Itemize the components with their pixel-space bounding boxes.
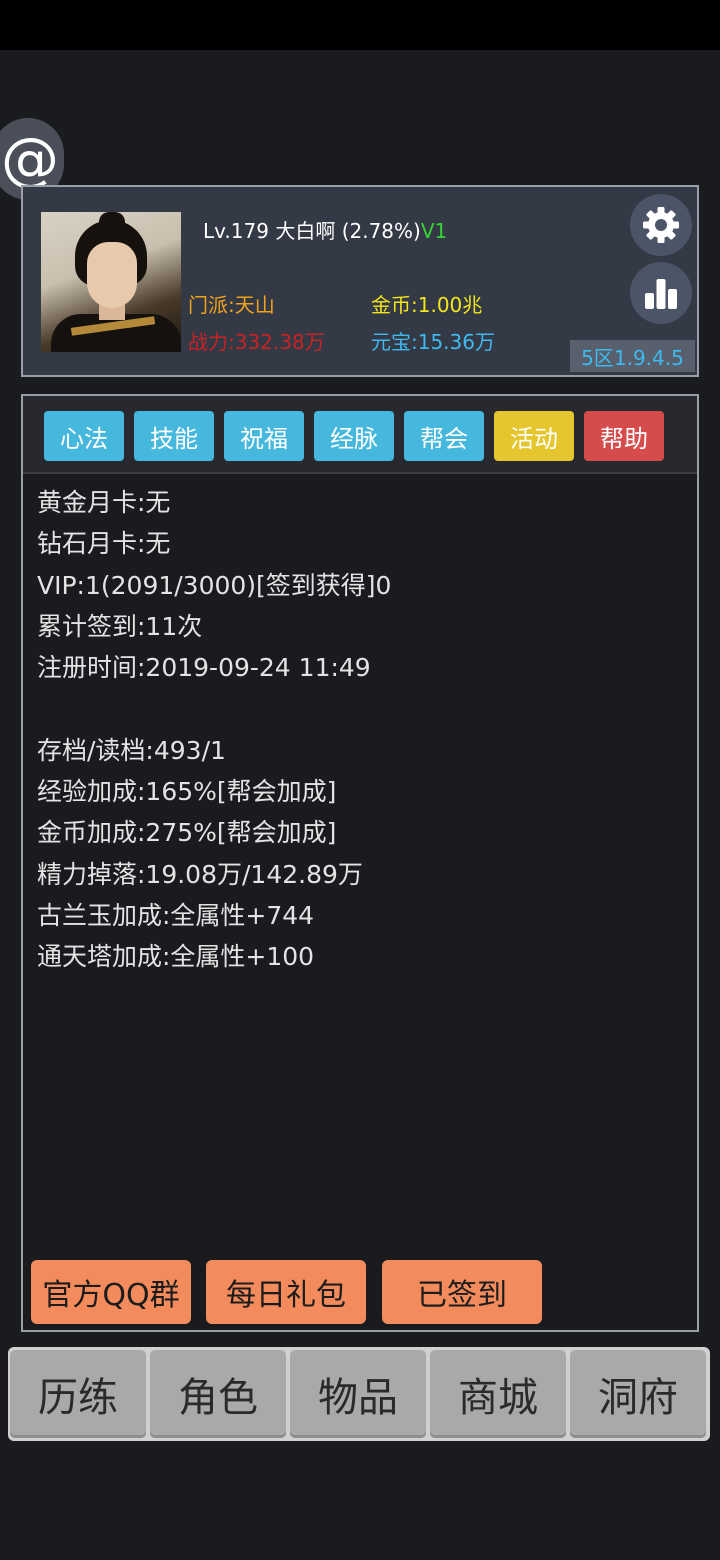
level: Lv.179: [203, 219, 269, 243]
ingot-label: 元宝:15.36万: [371, 330, 495, 354]
gear-icon: [643, 207, 679, 243]
bottom-nav: 历练 角色 物品 商城 洞府: [8, 1347, 710, 1441]
nav-cave[interactable]: 洞府: [570, 1350, 706, 1438]
info-gold-monthly-card: 黄金月卡:无: [37, 488, 171, 517]
tab-bar: 心法 技能 祝福 经脉 帮会 活动 帮助: [23, 396, 697, 474]
stats-button[interactable]: [630, 262, 692, 324]
info-exp-bonus: 经验加成:165%[帮会加成]: [37, 777, 337, 807]
tab-events[interactable]: 活动: [494, 411, 574, 461]
tab-xinfa[interactable]: 心法: [44, 411, 124, 461]
sect-label: 门派:天山: [188, 293, 275, 317]
vip-badge: V1: [420, 219, 448, 243]
main-panel: 心法 技能 祝福 经脉 帮会 活动 帮助 黄金月卡:无 钻石月卡:无 VIP:1…: [21, 394, 699, 1332]
signed-in-button[interactable]: 已签到: [382, 1260, 542, 1324]
daily-gift-button[interactable]: 每日礼包: [206, 1260, 366, 1324]
tab-skills[interactable]: 技能: [134, 411, 214, 461]
nav-shop[interactable]: 商城: [430, 1350, 566, 1438]
tab-guild[interactable]: 帮会: [404, 411, 484, 461]
info-save-load: 存档/读档:493/1: [37, 735, 226, 765]
info-gulanyu-bonus: 古兰玉加成:全属性+744: [37, 900, 315, 930]
info-vip: VIP:1(2091/3000)[签到获得]0: [37, 570, 392, 600]
info-diamond-monthly-card: 钻石月卡:无: [37, 529, 171, 559]
level-name-line: Lv.179 大白啊 (2.78%)V1: [203, 219, 447, 243]
info-total-signins: 累计签到:11次: [37, 611, 203, 641]
gold-label: 金币:1.00兆: [371, 293, 483, 317]
player-name: 大白啊: [275, 219, 336, 243]
avatar[interactable]: [41, 212, 181, 352]
info-list: 黄金月卡:无 钻石月卡:无 VIP:1(2091/3000)[签到获得]0 累计…: [37, 482, 391, 978]
nav-items[interactable]: 物品: [290, 1350, 426, 1438]
info-register-time: 注册时间:2019-09-24 11:49: [37, 653, 371, 683]
qq-group-button[interactable]: 官方QQ群: [31, 1260, 191, 1324]
info-gold-bonus: 金币加成:275%[帮会加成]: [37, 818, 337, 848]
settings-button[interactable]: [630, 194, 692, 256]
status-bar: [0, 0, 720, 50]
tab-meridians[interactable]: 经脉: [314, 411, 394, 461]
server-version-badge: 5区1.9.4.5: [570, 340, 695, 372]
info-tower-bonus: 通天塔加成:全属性+100: [37, 942, 315, 972]
exp-percent: (2.78%): [341, 219, 421, 243]
tab-blessing[interactable]: 祝福: [224, 411, 304, 461]
info-energy-drop: 精力掉落:19.08万/142.89万: [37, 859, 363, 889]
bar-chart-icon: [645, 279, 677, 309]
power-label: 战力:332.38万: [188, 330, 325, 354]
tab-help[interactable]: 帮助: [584, 411, 664, 461]
at-sign-icon: @: [1, 125, 59, 193]
profile-panel: Lv.179 大白啊 (2.78%)V1 门派:天山 战力:332.38万 金币…: [21, 185, 699, 377]
nav-training[interactable]: 历练: [10, 1350, 146, 1438]
nav-character[interactable]: 角色: [150, 1350, 286, 1438]
